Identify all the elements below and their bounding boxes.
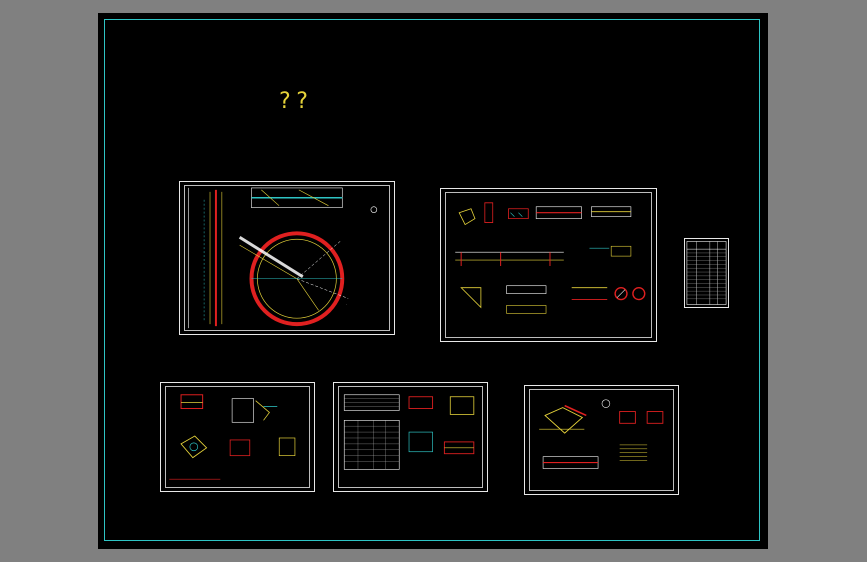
details-a-drawing (455, 202, 646, 314)
sheet-nodes-b[interactable] (524, 385, 679, 495)
sheet-schedule[interactable] (333, 382, 488, 492)
table-panel-drawing (686, 241, 727, 305)
nodes-b-drawing (539, 399, 664, 469)
svg-text:.: . (346, 301, 347, 305)
nodes-a-drawing (169, 394, 296, 480)
sheet-nodes-a[interactable] (160, 382, 315, 492)
drawing-title: ?? (278, 89, 313, 114)
sheet-table-panel[interactable] (684, 238, 729, 308)
sheet-details-a[interactable] (440, 188, 657, 342)
cad-model-space[interactable]: ?? . (98, 13, 768, 549)
schedule-drawing (343, 394, 475, 470)
sheet-plan[interactable]: . (179, 181, 395, 335)
plan-drawing: . (188, 187, 378, 329)
